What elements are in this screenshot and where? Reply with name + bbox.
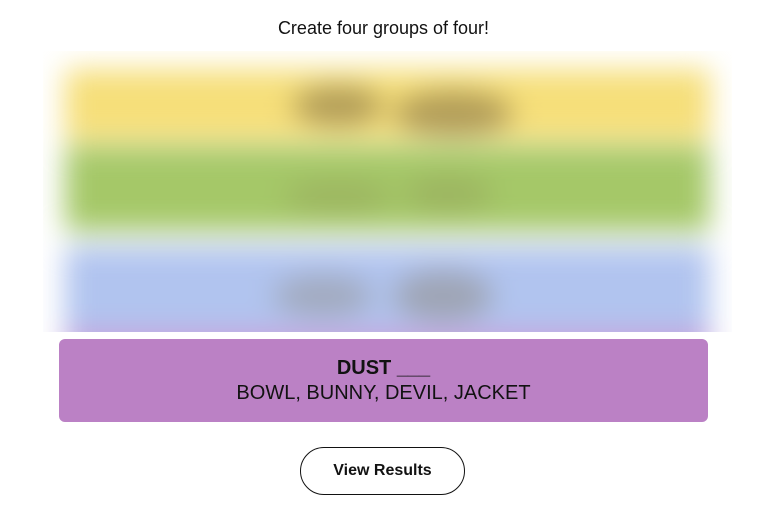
blurred-text-smudge (293, 86, 383, 126)
blurred-text-smudge (283, 181, 393, 211)
blurred-group-yellow (65, 69, 710, 141)
blurred-content (43, 51, 732, 332)
blurred-unsolved-groups (43, 51, 732, 332)
instructions-text: Create four groups of four! (277, 18, 490, 38)
connections-results-page: Create four groups of four! DUST ___ BOW… (0, 0, 783, 531)
solved-group-category: DUST ___ (336, 357, 431, 379)
blurred-text-smudge (393, 91, 513, 136)
blurred-group-blue (65, 246, 710, 331)
blurred-text-smudge (403, 176, 493, 211)
view-results-button[interactable]: View Results (300, 447, 465, 495)
blurred-text-smudge (393, 271, 493, 321)
solved-group-members: BOWL, BUNNY, DEVIL, JACKET (236, 382, 531, 404)
blurred-group-purple (65, 331, 710, 332)
blurred-text-smudge (273, 276, 373, 316)
solved-group-purple: DUST ___ BOWL, BUNNY, DEVIL, JACKET (59, 339, 708, 422)
